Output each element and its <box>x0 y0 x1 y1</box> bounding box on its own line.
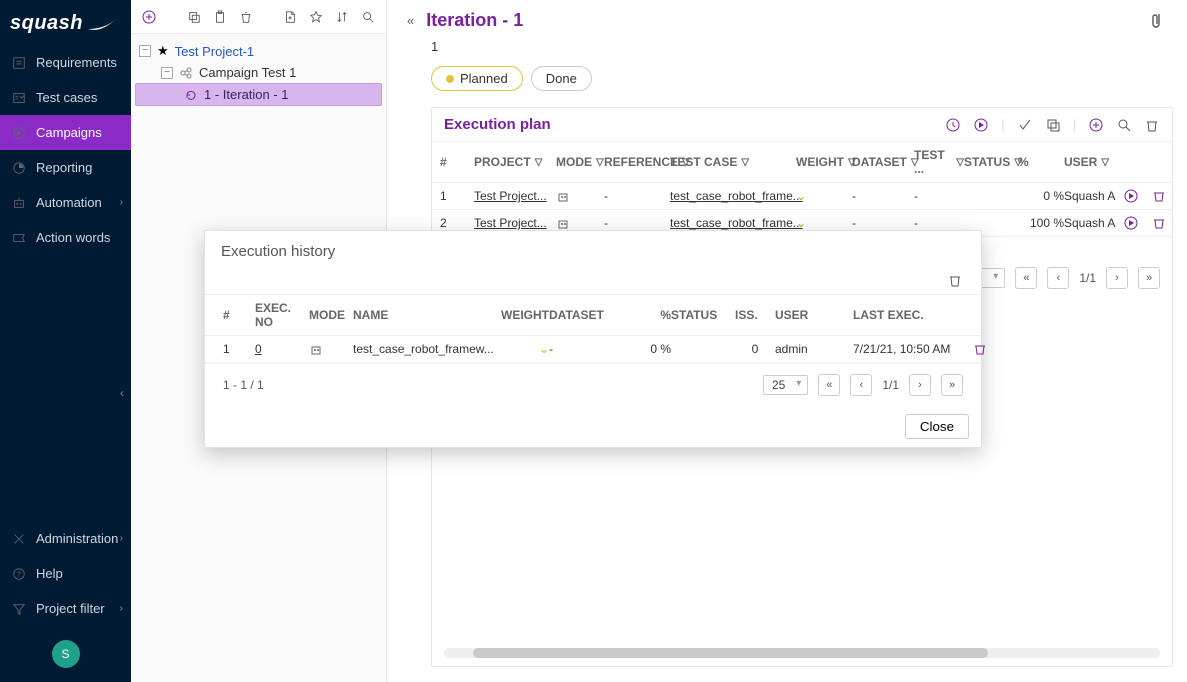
mcol-dataset[interactable]: DATASET <box>549 308 619 322</box>
modal-title: Execution history <box>205 231 981 268</box>
mcol-lastexec[interactable]: LAST EXEC. <box>853 308 973 322</box>
mcell-iss: 0 <box>735 342 775 356</box>
mcell-lastexec: 7/21/21, 10:50 AM <box>853 342 973 356</box>
mcell-pct: 0 % <box>619 342 671 356</box>
mcell-execno[interactable]: 0 <box>255 342 309 356</box>
mcell-dataset: - <box>549 342 619 356</box>
modal-range: 1 - 1 / 1 <box>223 378 264 392</box>
modal-page-size[interactable]: 25 <box>763 375 808 395</box>
pager-last[interactable]: » <box>941 374 963 396</box>
pager-next[interactable]: › <box>909 374 931 396</box>
mcol-execno[interactable]: EXEC. NO <box>255 301 309 329</box>
mcol-num[interactable]: # <box>223 308 255 322</box>
delete-row-icon[interactable] <box>973 342 1003 356</box>
pager-first[interactable]: « <box>818 374 840 396</box>
modal-grid-header: # EXEC. NO MODE NAME WEIGHT DATASET % ST… <box>205 294 981 336</box>
mcol-user[interactable]: USER <box>775 308 853 322</box>
mcol-name[interactable]: NAME <box>353 308 489 322</box>
execution-history-modal: Execution history # EXEC. NO MODE NAME W… <box>204 230 982 448</box>
weight-icon: ⌄ <box>489 342 549 356</box>
modal-row: 1 0 test_case_robot_framew... ⌄ - 0 % 0 … <box>205 336 981 363</box>
mcol-mode[interactable]: MODE <box>309 308 353 322</box>
mcell-name: test_case_robot_framew... <box>353 342 489 356</box>
mcol-weight[interactable]: WEIGHT <box>489 308 549 322</box>
modal-overlay: Execution history # EXEC. NO MODE NAME W… <box>0 0 1187 682</box>
delete-icon[interactable] <box>947 272 963 288</box>
mcell-user: admin <box>775 342 853 356</box>
mcell-num: 1 <box>223 342 255 356</box>
mcol-iss[interactable]: ISS. <box>735 308 775 322</box>
close-button[interactable]: Close <box>905 414 969 439</box>
mcol-status[interactable]: STATUS <box>671 308 735 322</box>
pager-page: 1/1 <box>882 378 899 392</box>
pager-prev[interactable]: ‹ <box>850 374 872 396</box>
mcol-pct[interactable]: % <box>619 308 671 322</box>
mode-icon <box>309 342 353 356</box>
